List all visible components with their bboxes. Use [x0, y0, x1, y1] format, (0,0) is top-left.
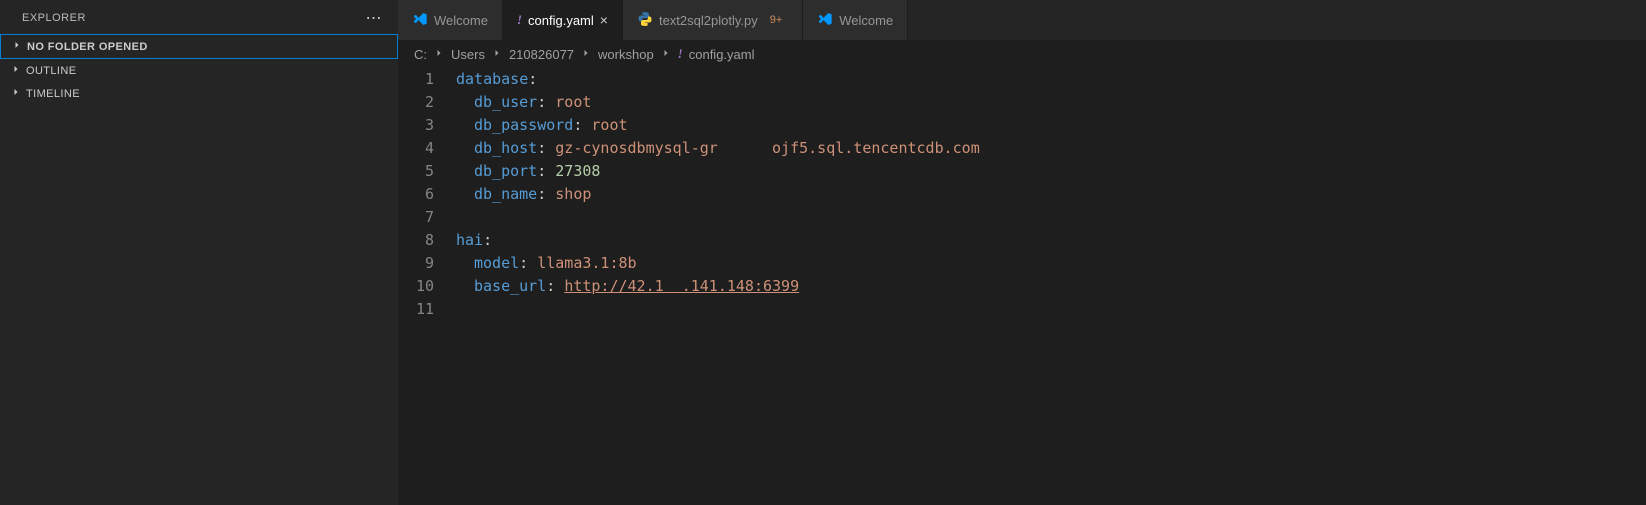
file-icon [412, 11, 428, 30]
explorer-section-outline[interactable]: OUTLINE [0, 59, 398, 82]
line-content: db_host: gz-cynosdbmysql-gr ojf5.sql.ten… [456, 137, 980, 160]
tab-badge: 9+ [764, 14, 789, 26]
chevron-right-icon [580, 47, 592, 62]
chevron-right-icon [10, 86, 26, 101]
file-icon: ! [517, 12, 522, 28]
line-number: 2 [398, 91, 456, 114]
tab-bar: Welcome! config.yaml × text2sql2plotly.py 9+… [398, 0, 1646, 40]
tab-label: Welcome [839, 13, 893, 28]
section-label: NO FOLDER OPENED [27, 41, 148, 53]
code-line[interactable]: 6db_name: shop [398, 183, 1646, 206]
explorer-header: EXPLORER ⋯ [0, 0, 398, 34]
chevron-right-icon [433, 47, 445, 62]
tab-label: config.yaml [528, 13, 594, 28]
line-content: db_password: root [456, 114, 628, 137]
line-number: 1 [398, 68, 456, 91]
explorer-panel: EXPLORER ⋯ NO FOLDER OPENED OUTLINE TIMELI… [0, 0, 398, 505]
code-line[interactable]: 8hai: [398, 229, 1646, 252]
line-number: 6 [398, 183, 456, 206]
explorer-section-timeline[interactable]: TIMELINE [0, 82, 398, 105]
breadcrumb-segment[interactable]: C: [414, 47, 427, 62]
tab-label: Welcome [434, 13, 488, 28]
breadcrumb-file-icon: ! [678, 46, 683, 62]
more-icon[interactable]: ⋯ [366, 8, 383, 28]
chevron-right-icon [10, 63, 26, 78]
breadcrumb[interactable]: C: Users 210826077 workshop! config.yaml [398, 40, 1646, 68]
line-number: 9 [398, 252, 456, 275]
code-editor[interactable]: 1database:2db_user: root3db_password: ro… [398, 68, 1646, 321]
code-line[interactable]: 9model: llama3.1:8b [398, 252, 1646, 275]
line-number: 7 [398, 206, 456, 229]
breadcrumb-segment[interactable]: Users [451, 47, 485, 62]
code-line[interactable]: 4db_host: gz-cynosdbmysql-gr ojf5.sql.te… [398, 137, 1646, 160]
tab-label: text2sql2plotly.py [659, 13, 758, 28]
line-number: 11 [398, 298, 456, 321]
line-number: 4 [398, 137, 456, 160]
tab-welcome[interactable]: Welcome [803, 0, 908, 40]
line-content: db_name: shop [456, 183, 591, 206]
line-content: database: [456, 68, 537, 91]
line-number: 8 [398, 229, 456, 252]
code-line[interactable]: 3db_password: root [398, 114, 1646, 137]
section-label: TIMELINE [26, 88, 80, 100]
code-line[interactable]: 11 [398, 298, 1646, 321]
line-content: hai: [456, 229, 492, 252]
code-line[interactable]: 5db_port: 27308 [398, 160, 1646, 183]
code-line[interactable]: 7 [398, 206, 1646, 229]
line-content: db_port: 27308 [456, 160, 600, 183]
breadcrumb-segment[interactable]: workshop [598, 47, 654, 62]
code-line[interactable]: 1database: [398, 68, 1646, 91]
explorer-section-no-folder-opened[interactable]: NO FOLDER OPENED [0, 34, 398, 59]
line-content: base_url: http://42.1 .141.148:6399 [456, 275, 799, 298]
section-label: OUTLINE [26, 65, 76, 77]
file-icon [817, 11, 833, 30]
line-number: 10 [398, 275, 456, 298]
tab-config-yaml[interactable]: ! config.yaml × [503, 0, 623, 40]
tab-welcome[interactable]: Welcome [398, 0, 503, 40]
breadcrumb-segment[interactable]: 210826077 [509, 47, 574, 62]
breadcrumb-segment[interactable]: config.yaml [689, 47, 755, 62]
line-content: db_user: root [456, 91, 591, 114]
chevron-right-icon [660, 47, 672, 62]
yaml-icon: ! [517, 12, 522, 27]
line-content: model: llama3.1:8b [456, 252, 637, 275]
chevron-right-icon [11, 39, 27, 54]
yaml-icon: ! [678, 46, 683, 61]
tab-text2sql2plotly-py[interactable]: text2sql2plotly.py 9+ [623, 0, 803, 40]
editor-area: Welcome! config.yaml × text2sql2plotly.py 9+… [398, 0, 1646, 505]
code-line[interactable]: 10base_url: http://42.1 .141.148:6399 [398, 275, 1646, 298]
line-number: 5 [398, 160, 456, 183]
close-icon[interactable]: × [600, 12, 608, 28]
line-number: 3 [398, 114, 456, 137]
chevron-right-icon [491, 47, 503, 62]
code-line[interactable]: 2db_user: root [398, 91, 1646, 114]
explorer-title: EXPLORER [22, 12, 86, 24]
file-icon [637, 11, 653, 30]
